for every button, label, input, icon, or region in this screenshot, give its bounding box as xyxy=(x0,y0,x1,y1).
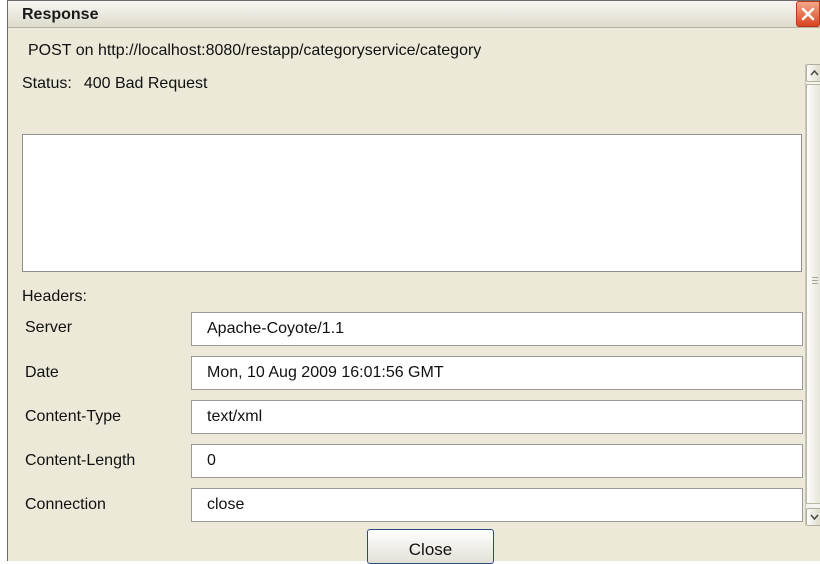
scroll-down-button[interactable] xyxy=(806,508,820,526)
dialog-title: Response xyxy=(22,6,99,23)
response-dialog: Response POST on http://localhost:8080/r… xyxy=(7,0,820,564)
header-name-content-length: Content-Length xyxy=(25,452,136,469)
arrow-up-icon xyxy=(810,70,819,76)
header-name-connection: Connection xyxy=(25,496,106,513)
status-line: Status: 400 Bad Request xyxy=(22,75,207,93)
header-value-server[interactable]: Apache-Coyote/1.1 xyxy=(191,312,803,346)
header-value-date[interactable]: Mon, 10 Aug 2009 16:01:56 GMT xyxy=(191,356,803,390)
request-line: POST on http://localhost:8080/restapp/ca… xyxy=(28,42,482,59)
scroll-up-button[interactable] xyxy=(806,64,820,82)
headers-label: Headers: xyxy=(22,288,87,305)
status-label: Status: xyxy=(22,75,72,92)
thumb-grip-icon xyxy=(812,277,818,286)
title-bar[interactable]: Response xyxy=(8,1,820,28)
window-close-button[interactable] xyxy=(796,1,820,27)
status-value: 400 Bad Request xyxy=(83,75,208,92)
arrow-down-icon xyxy=(810,514,819,520)
response-body-area[interactable] xyxy=(22,134,802,272)
header-value-content-type[interactable]: text/xml xyxy=(191,400,803,434)
header-name-server: Server xyxy=(25,319,73,336)
vertical-scrollbar[interactable] xyxy=(805,64,820,526)
close-x-icon xyxy=(801,7,815,21)
header-name-date: Date xyxy=(25,364,59,381)
header-value-content-length[interactable]: 0 xyxy=(191,444,803,478)
scroll-thumb[interactable] xyxy=(806,84,820,504)
header-value-connection[interactable]: close xyxy=(191,488,803,522)
header-name-content-type: Content-Type xyxy=(25,408,122,425)
close-button[interactable]: Close xyxy=(367,529,494,564)
